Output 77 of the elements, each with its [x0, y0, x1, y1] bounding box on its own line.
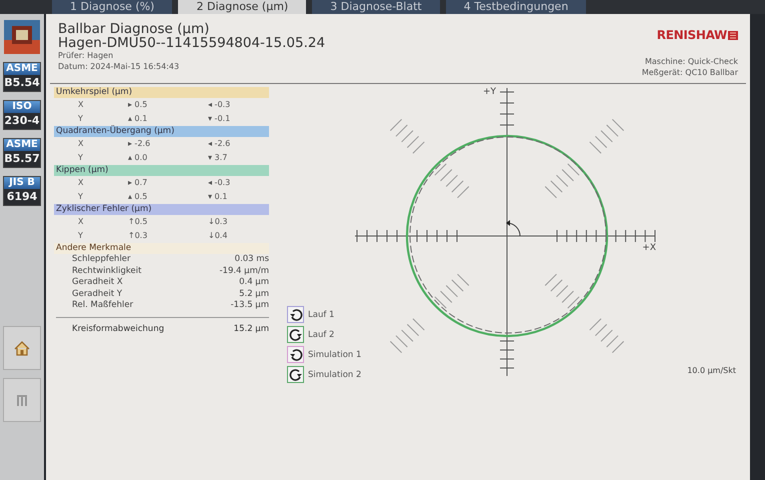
- value-text: ▴ 0.0: [128, 152, 148, 164]
- metric-value: 5.2 µm: [239, 288, 269, 300]
- home-button[interactable]: [3, 326, 41, 370]
- clockwise-arrow-icon: [288, 328, 302, 342]
- value-text: ▾ 0.1: [208, 191, 228, 203]
- metric-label: Kreisformabweichung: [72, 324, 164, 335]
- metric-value: 0.4 µm: [239, 277, 269, 288]
- axis-label: +Y: [482, 87, 496, 97]
- value-text: ↓0.4: [208, 230, 228, 242]
- axis-label: X: [78, 177, 84, 189]
- metric-value: 0.03 ms: [234, 254, 269, 266]
- section-header: Andere Merkmale: [54, 243, 269, 254]
- value-text: ◂ -0.3: [208, 177, 232, 189]
- metric-label: Geradheit X: [72, 277, 123, 288]
- value-text: ↑0.3: [128, 230, 148, 242]
- standard-button[interactable]: ASME B5.57: [3, 138, 41, 168]
- legend-label: Lauf 2: [308, 330, 334, 340]
- section-header: Zyklischer Fehler (µm): [54, 204, 269, 215]
- value-text: ▴ 0.5: [128, 191, 148, 203]
- legend-label: Simulation 1: [308, 350, 362, 360]
- axis-label: X: [78, 99, 84, 111]
- section-header: Kippen (µm): [54, 165, 269, 176]
- tab[interactable]: 3 Diagnose-Blatt: [312, 0, 440, 14]
- legend-toggle[interactable]: [287, 306, 304, 323]
- brand-logo: RENISHAW: [656, 28, 727, 42]
- legend-toggle[interactable]: [287, 326, 304, 343]
- tab[interactable]: 1 Diagnose (%): [52, 0, 172, 14]
- logo-mark-icon: [728, 30, 738, 40]
- metric-label: Geradheit Y: [72, 288, 122, 300]
- value-text: ↑0.5: [128, 216, 148, 228]
- value-text: ▸ -2.6: [128, 138, 152, 150]
- examiner-text: Prüfer: Hagen: [58, 50, 114, 61]
- value-text: ▸ 0.7: [128, 177, 148, 189]
- axis-label: +X: [642, 243, 656, 253]
- value-text: ▾ 3.7: [208, 152, 228, 164]
- value-text: ▴ 0.1: [128, 113, 148, 125]
- value-text: ▸ 0.5: [128, 99, 148, 111]
- axis-label: Y: [78, 113, 84, 125]
- metric-label: Rechtwinkligkeit: [72, 266, 142, 277]
- value-text: ◂ -0.3: [208, 99, 232, 111]
- report-title: Ballbar Diagnose (µm): [58, 22, 210, 36]
- standard-button[interactable]: ISO 230-4: [3, 100, 41, 130]
- axis-label: X: [78, 138, 84, 150]
- standard-button[interactable]: ASME B5.54: [3, 62, 41, 92]
- section-header: Umkehrspiel (µm): [54, 87, 269, 98]
- value-text: ▾ -0.1: [208, 113, 232, 125]
- metric-label: Schleppfehler: [72, 254, 131, 266]
- device-text: Meßgerät: QC10 Ballbar: [642, 67, 738, 78]
- axis-label: Y: [78, 230, 84, 242]
- metric-label: Rel. Maßfehler: [72, 300, 134, 312]
- date-text: Datum: 2024-Mai-15 16:54:43: [58, 61, 180, 72]
- home-icon: [14, 340, 30, 356]
- direction-arc-icon: [506, 220, 520, 236]
- metric-value: -19.4 µm/m: [219, 266, 269, 277]
- tab[interactable]: 4 Testbedingungen: [446, 0, 586, 14]
- scale-text: 10.0 µm/Skt: [687, 366, 736, 375]
- axis-label: Y: [78, 152, 84, 164]
- bars-icon: [16, 394, 28, 406]
- counterclockwise-arrow-icon: [288, 348, 302, 362]
- standard-button[interactable]: JIS B 6194: [3, 176, 41, 206]
- legend-label: Lauf 1: [308, 310, 334, 320]
- tab[interactable]: 2 Diagnose (µm): [178, 0, 306, 14]
- axis-label: X: [78, 216, 84, 228]
- value-text: ◂ -2.6: [208, 138, 232, 150]
- axis-label: Y: [78, 191, 84, 203]
- counterclockwise-arrow-icon: [288, 308, 302, 322]
- metric-value: -13.5 µm: [230, 300, 269, 312]
- machine-text: Maschine: Quick-Check: [644, 56, 738, 67]
- legend-toggle[interactable]: [287, 346, 304, 363]
- clockwise-arrow-icon: [288, 368, 302, 382]
- legend-label: Simulation 2: [308, 370, 362, 380]
- report-subtitle: Hagen-DMU50--11415594804-15.05.24: [58, 36, 326, 50]
- legend-toggle[interactable]: [287, 366, 304, 383]
- machine-tool-icon[interactable]: [4, 20, 40, 54]
- value-text: ↓0.3: [208, 216, 228, 228]
- metric-value: 15.2 µm: [234, 324, 269, 335]
- section-header: Quadranten-Übergang (µm): [54, 126, 269, 137]
